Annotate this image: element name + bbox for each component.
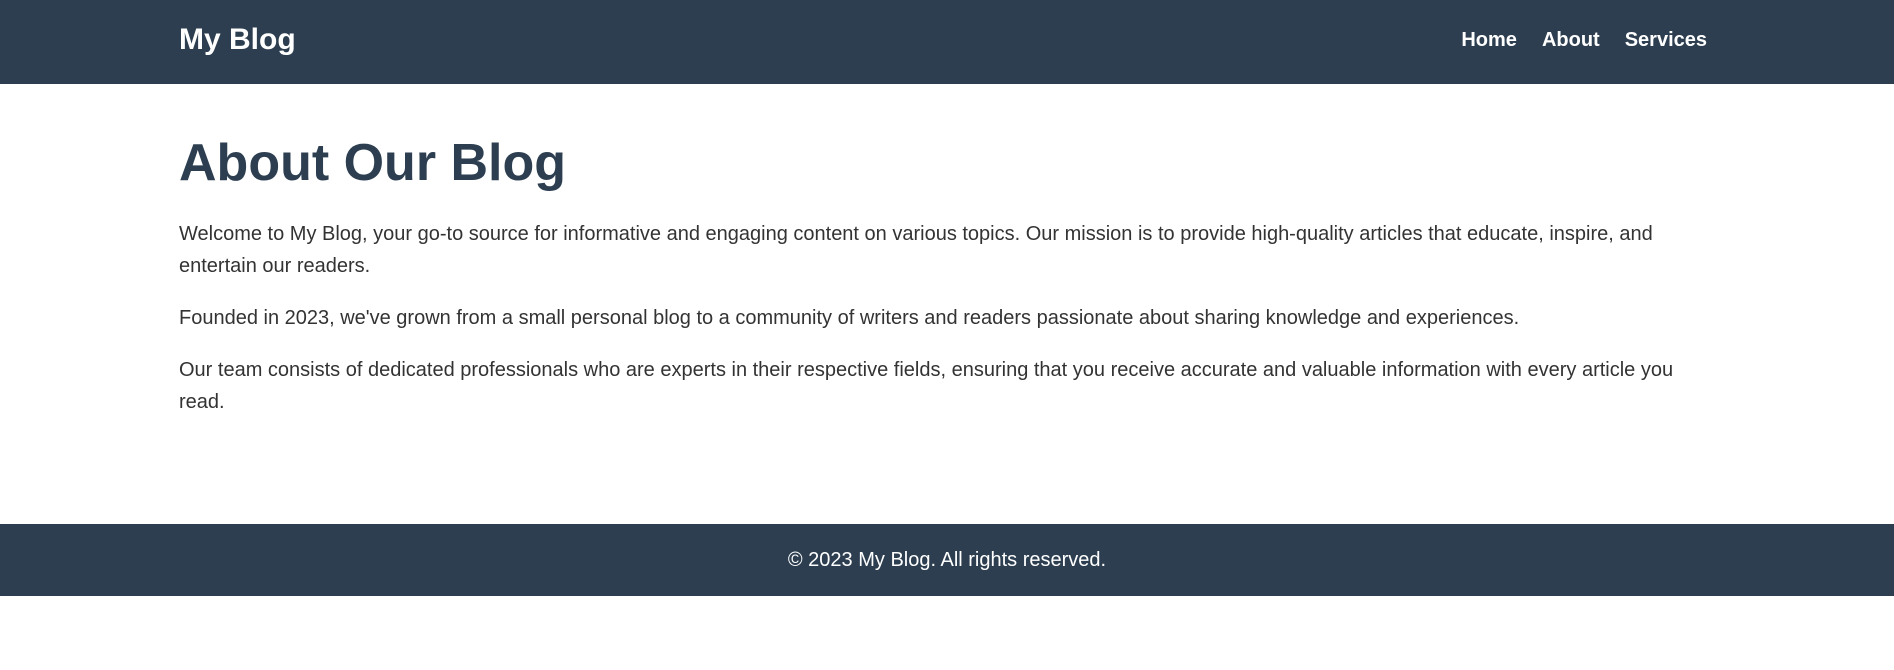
page-title: About Our Blog: [179, 134, 567, 192]
main-content: About Our Blog Welcome to My Blog, your …: [179, 130, 1715, 438]
intro-paragraph: Welcome to My Blog, your go-to source fo…: [179, 223, 1653, 277]
nav-home-link[interactable]: Home: [1461, 28, 1517, 52]
history-paragraph: Founded in 2023, we've grown from a smal…: [179, 307, 1520, 329]
nav-about-link[interactable]: About: [1542, 28, 1600, 52]
copyright-text: © 2023 My Blog. All rights reserved.: [787, 549, 1107, 571]
team-paragraph: Our team consists of dedicated professio…: [179, 359, 1674, 413]
site-brand[interactable]: My Blog: [179, 22, 296, 58]
site-footer: © 2023 My Blog. All rights reserved.: [0, 524, 1894, 596]
site-header: My Blog Home About Services: [0, 0, 1894, 84]
main-nav: Home About Services: [1461, 28, 1707, 52]
nav-services-link[interactable]: Services: [1625, 28, 1707, 52]
